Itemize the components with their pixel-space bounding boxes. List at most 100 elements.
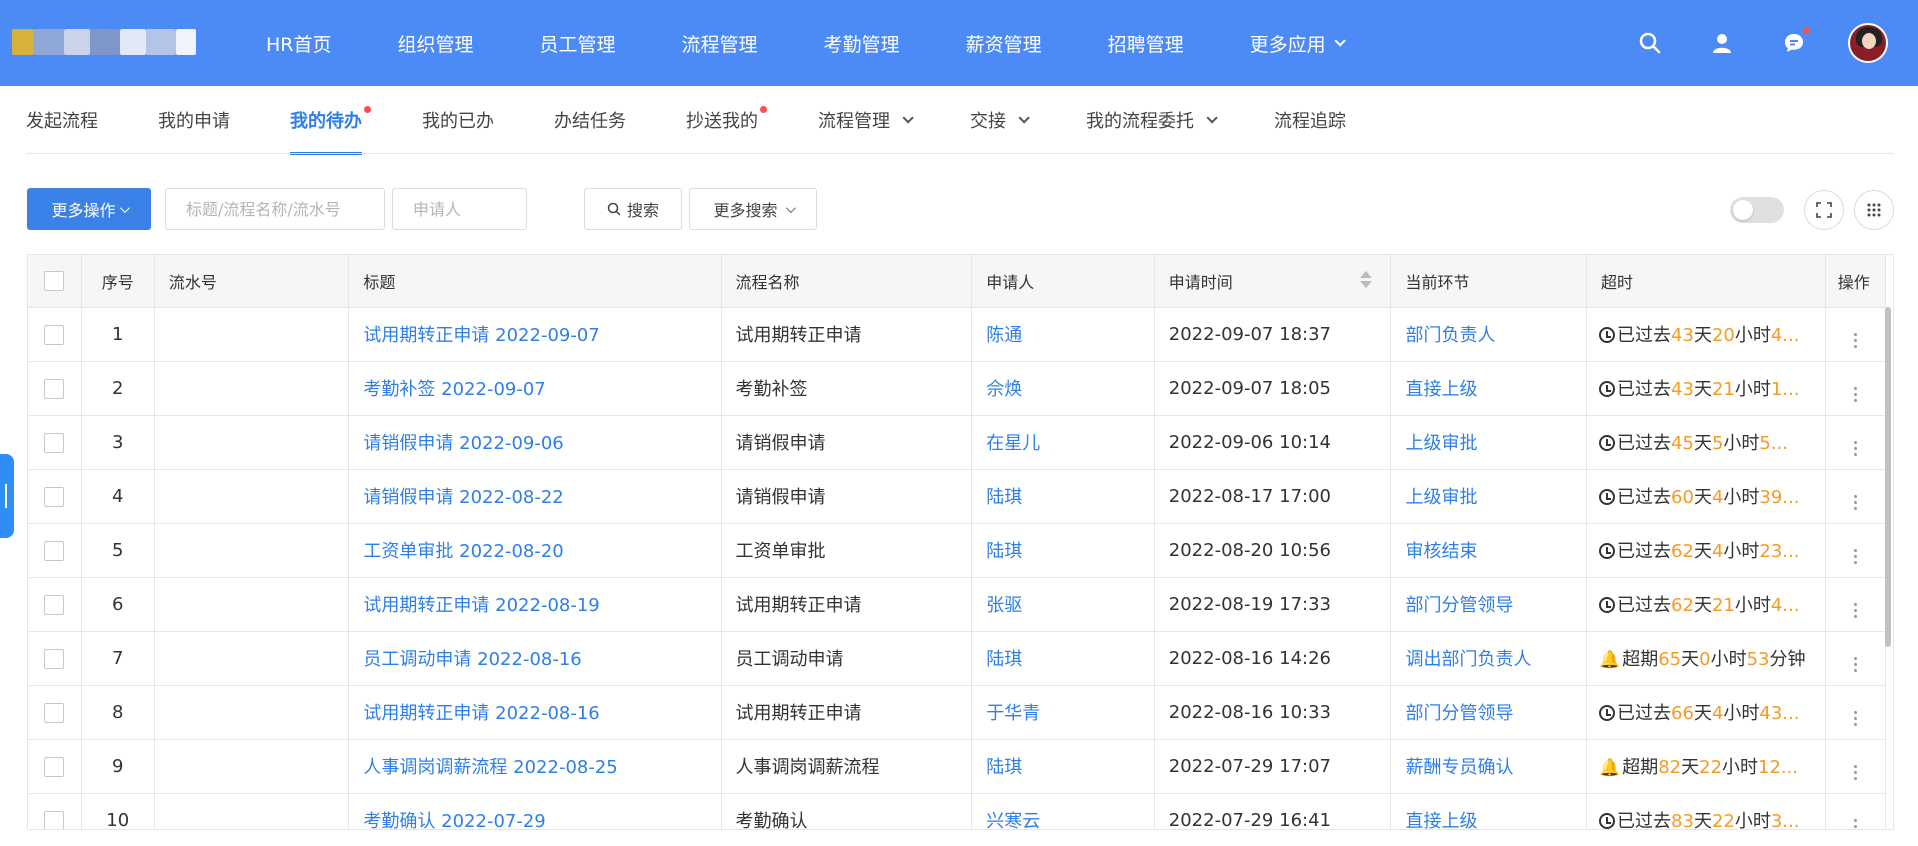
row-checkbox[interactable] [44,810,65,829]
company-logo[interactable] [12,14,208,70]
tab-my-delegation[interactable]: 我的流程委托 [1086,86,1218,154]
row-checkbox[interactable] [44,540,65,561]
notification-dot [1803,27,1810,34]
table-row[interactable]: 9 人事调岗调薪流程 2022-08-25 人事调岗调薪流程 陆琪 2022-07-29… [28,739,1887,794]
tab-process-management[interactable]: 流程管理 [818,86,914,154]
select-all-checkbox[interactable] [44,271,65,291]
applicant-link[interactable]: 在星儿 [986,433,1040,454]
title-search-input[interactable] [165,188,385,230]
row-checkbox[interactable] [44,324,65,345]
more-actions-icon[interactable] [1853,495,1857,510]
node-link[interactable]: 部门分管领导 [1405,595,1513,616]
row-checkbox[interactable] [44,648,65,669]
select-all-cell [28,255,82,308]
applicant-input[interactable] [392,188,527,230]
node-link[interactable]: 上级审批 [1405,487,1477,508]
node-link[interactable]: 审核结束 [1405,541,1477,562]
node-link[interactable]: 上级审批 [1405,433,1477,454]
title-link[interactable]: 工资单审批 2022-08-20 [363,541,563,562]
row-checkbox[interactable] [44,756,65,777]
more-actions-icon[interactable] [1853,387,1857,402]
more-actions-icon[interactable] [1853,819,1857,829]
row-checkbox[interactable] [44,486,65,507]
title-link[interactable]: 人事调岗调薪流程 2022-08-25 [363,757,617,778]
title-link[interactable]: 考勤补签 2022-09-07 [363,379,545,400]
menu-workflow[interactable]: 流程管理 [682,30,758,57]
table-row[interactable]: 4 请销假申请 2022-08-22 请销假申请 陆琪 2022-08-17 17:00… [28,469,1887,524]
node-link[interactable]: 调出部门负责人 [1405,649,1531,670]
table-row[interactable]: 5 工资单审批 2022-08-20 工资单审批 陆琪 2022-08-20 10:56… [28,523,1887,578]
tab-start-process[interactable]: 发起流程 [26,86,98,154]
table-row[interactable]: 2 考勤补签 2022-09-07 考勤补签 佘焕 2022-09-07 18:05 直接… [28,361,1887,416]
fullscreen-button[interactable] [1804,190,1844,230]
title-link[interactable]: 试用期转正申请 2022-09-07 [363,325,599,346]
title-link[interactable]: 试用期转正申请 2022-08-16 [363,703,599,724]
menu-recruitment[interactable]: 招聘管理 [1108,30,1184,57]
tab-completed-tasks[interactable]: 办结任务 [554,86,626,154]
table-row[interactable]: 6 试用期转正申请 2022-08-19 试用期转正申请 张驱 2022-08-19 1… [28,577,1887,632]
more-operations-button[interactable]: 更多操作 [27,188,151,230]
cell-serial [154,523,350,578]
title-link[interactable]: 考勤确认 2022-07-29 [363,811,545,829]
more-actions-icon[interactable] [1853,549,1857,564]
node-link[interactable]: 部门负责人 [1405,325,1495,346]
user-icon[interactable] [1704,25,1740,61]
cell-flow-name: 试用期转正申请 [721,307,973,362]
tab-handover[interactable]: 交接 [970,86,1030,154]
row-checkbox[interactable] [44,702,65,723]
avatar[interactable] [1848,23,1888,63]
row-checkbox[interactable] [44,432,65,453]
applicant-link[interactable]: 佘焕 [986,379,1022,400]
menu-attendance[interactable]: 考勤管理 [824,30,900,57]
menu-hr-home[interactable]: HR首页 [266,30,332,57]
applicant-link[interactable]: 张驱 [986,595,1022,616]
vertical-scrollbar[interactable] [1885,307,1891,647]
more-search-button[interactable]: 更多搜索 [689,188,817,230]
more-actions-icon[interactable] [1853,657,1857,672]
sort-icon[interactable] [1360,271,1373,288]
more-actions-icon[interactable] [1853,603,1857,618]
applicant-link[interactable]: 陆琪 [986,541,1022,562]
side-panel-handle[interactable] [0,454,14,538]
more-actions-icon[interactable] [1853,765,1857,780]
menu-payroll[interactable]: 薪资管理 [966,30,1042,57]
tab-cc-to-me[interactable]: 抄送我的 [686,86,767,154]
table-row[interactable]: 8 试用期转正申请 2022-08-16 试用期转正申请 于华青 2022-08-16 … [28,685,1887,740]
more-actions-icon[interactable] [1853,711,1857,726]
column-settings-button[interactable] [1854,190,1894,230]
node-link[interactable]: 直接上级 [1405,811,1477,829]
applicant-link[interactable]: 陆琪 [986,487,1022,508]
applicant-link[interactable]: 兴寒云 [986,811,1040,829]
header-apply-time[interactable]: 申请时间 [1154,255,1392,308]
view-toggle-switch[interactable] [1730,197,1784,223]
title-link[interactable]: 请销假申请 2022-08-22 [363,487,563,508]
more-actions-icon[interactable] [1853,441,1857,456]
message-icon[interactable] [1776,25,1812,61]
table-row[interactable]: 10 考勤确认 2022-07-29 考勤确认 兴寒云 2022-07-29 16:41… [28,793,1887,829]
tab-my-done[interactable]: 我的已办 [422,86,494,154]
tab-my-applications[interactable]: 我的申请 [158,86,230,154]
title-link[interactable]: 试用期转正申请 2022-08-19 [363,595,599,616]
title-link[interactable]: 请销假申请 2022-09-06 [363,433,563,454]
search-button[interactable]: 搜索 [584,188,682,230]
applicant-link[interactable]: 陆琪 [986,649,1022,670]
more-actions-icon[interactable] [1853,333,1857,348]
tab-my-todo[interactable]: 我的待办 [290,86,371,155]
applicant-link[interactable]: 陆琪 [986,757,1022,778]
applicant-link[interactable]: 陈通 [986,325,1022,346]
node-link[interactable]: 部门分管领导 [1405,703,1513,724]
table-row[interactable]: 3 请销假申请 2022-09-06 请销假申请 在星儿 2022-09-06 10:1… [28,415,1887,470]
table-row[interactable]: 7 员工调动申请 2022-08-16 员工调动申请 陆琪 2022-08-16 14:… [28,631,1887,686]
title-link[interactable]: 员工调动申请 2022-08-16 [363,649,581,670]
tab-process-tracking[interactable]: 流程追踪 [1274,86,1346,154]
table-row[interactable]: 1 试用期转正申请 2022-09-07 试用期转正申请 陈通 2022-09-07 1… [28,307,1887,362]
menu-employee[interactable]: 员工管理 [540,30,616,57]
node-link[interactable]: 直接上级 [1405,379,1477,400]
applicant-link[interactable]: 于华青 [986,703,1040,724]
menu-more-apps[interactable]: 更多应用 [1250,30,1346,57]
node-link[interactable]: 薪酬专员确认 [1405,757,1513,778]
row-checkbox[interactable] [44,594,65,615]
row-checkbox[interactable] [44,378,65,399]
search-icon[interactable] [1632,25,1668,61]
menu-organization[interactable]: 组织管理 [398,30,474,57]
